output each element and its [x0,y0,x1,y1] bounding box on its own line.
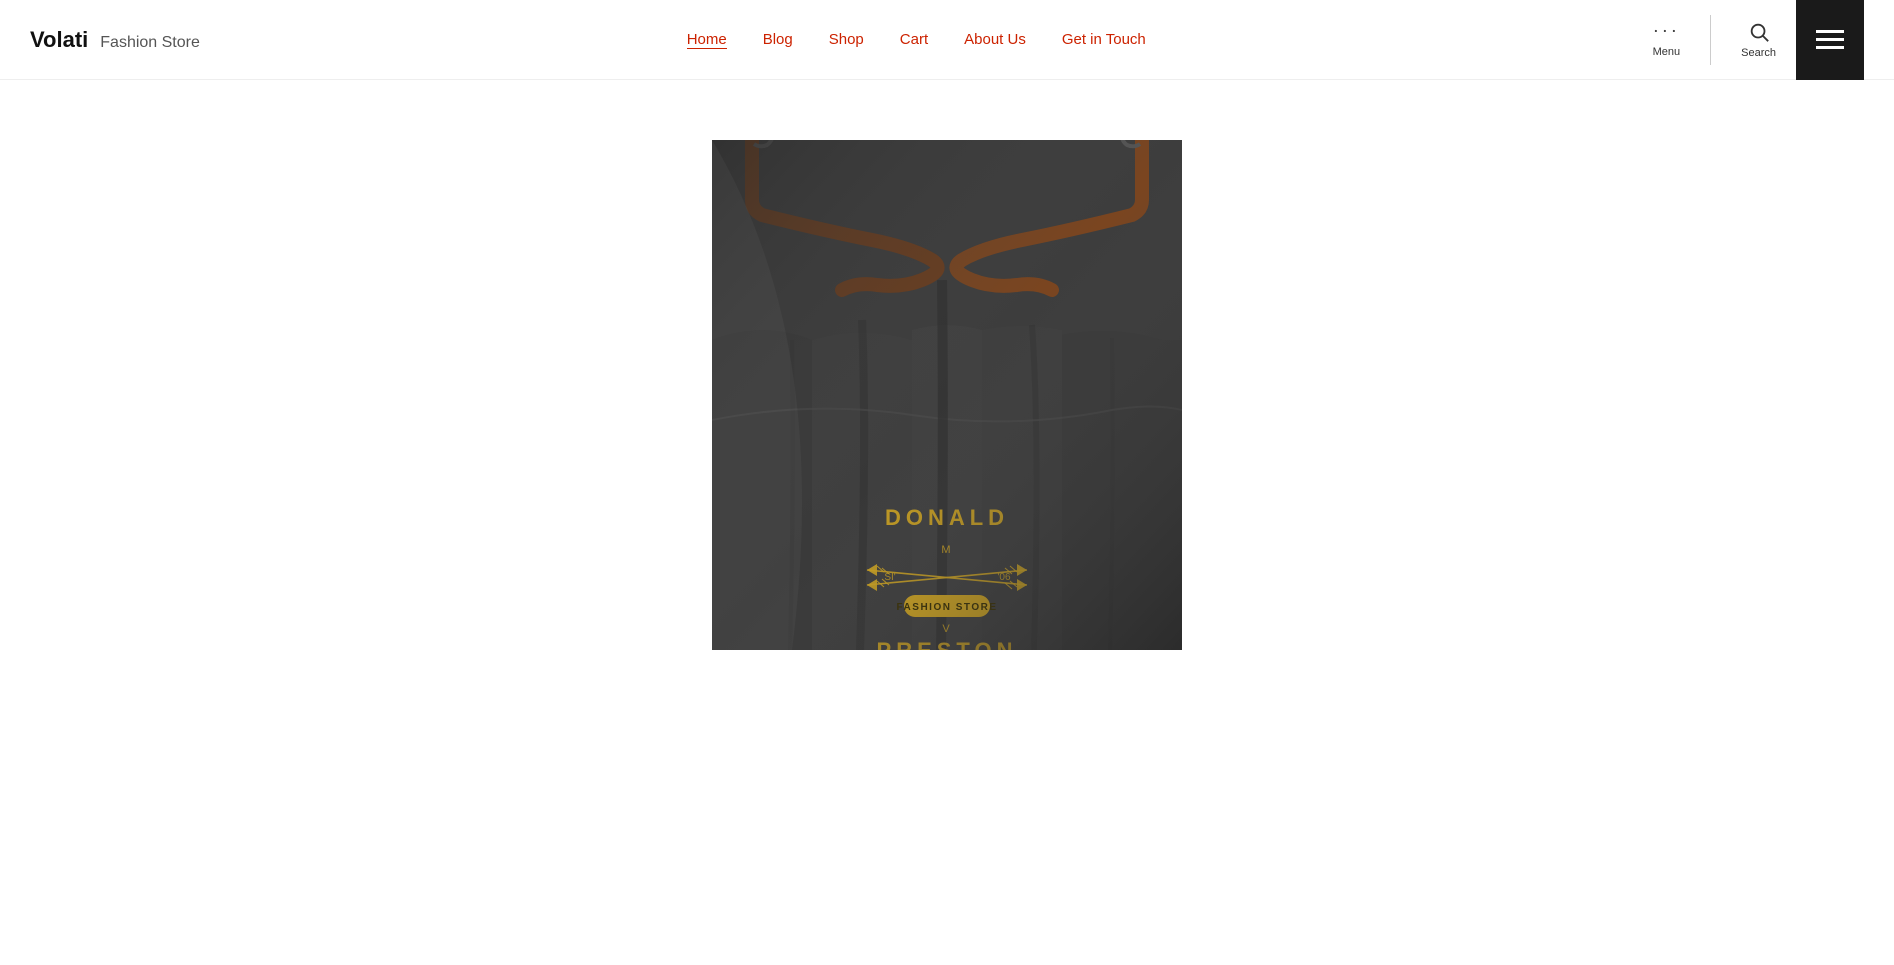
header-divider [1710,15,1711,65]
search-label: Search [1741,47,1776,59]
nav-home[interactable]: Home [687,31,727,49]
nav-blog[interactable]: Blog [763,31,793,48]
menu-dots-icon: ··· [1653,21,1680,42]
logo-volati[interactable]: Volati [30,27,88,53]
hamburger-line-3 [1816,46,1844,49]
menu-button[interactable]: ··· Menu [1633,11,1701,68]
logo-subtitle: Fashion Store [100,34,200,52]
nav-contact[interactable]: Get in Touch [1062,31,1146,48]
shirt-mockup-svg: DONALD M [712,140,1182,650]
main-content: DONALD M [0,80,1894,960]
nav-about[interactable]: About Us [964,31,1026,48]
nav-cart[interactable]: Cart [900,31,928,48]
hamburger-button[interactable] [1796,0,1864,80]
menu-label: Menu [1653,46,1681,58]
header-actions: ··· Menu Search [1633,0,1864,80]
hamburger-line-1 [1816,30,1844,33]
logo-area: Volati Fashion Store [30,27,200,53]
search-icon [1748,21,1770,43]
product-image: DONALD M [712,140,1182,650]
header: Volati Fashion Store Home Blog Shop Cart… [0,0,1894,80]
nav-shop[interactable]: Shop [829,31,864,48]
search-button[interactable]: Search [1721,11,1796,69]
main-nav: Home Blog Shop Cart About Us Get in Touc… [687,31,1146,49]
hamburger-line-2 [1816,38,1844,41]
